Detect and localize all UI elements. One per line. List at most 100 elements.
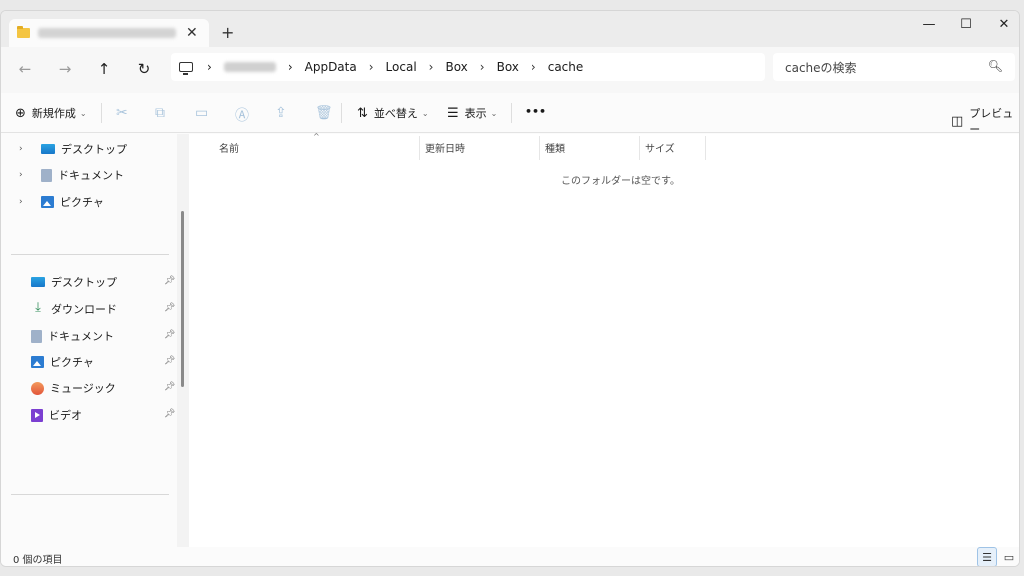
desktop-icon [31, 277, 45, 287]
sidebar-item-label: デスクトップ [61, 143, 127, 156]
item-count: 0 個の項目 [13, 555, 63, 566]
breadcrumb-separator[interactable]: › [531, 60, 536, 74]
quick-access-desktop[interactable]: デスクトップ [31, 274, 177, 290]
breadcrumb-separator[interactable]: › [207, 60, 212, 74]
video-icon [31, 408, 43, 422]
quick-access-pictures[interactable]: ピクチャ [31, 354, 94, 370]
search-input[interactable]: cacheの検索 🔍︎ [773, 53, 1015, 81]
rename-icon[interactable]: Ⓐ [235, 105, 249, 125]
chevron-down-icon: ⌄ [79, 108, 87, 118]
toolbar-divider [101, 103, 102, 123]
sidebar-item-label: ダウンロード [51, 303, 117, 316]
pin-icon[interactable]: 📌︎ [164, 330, 175, 340]
chevron-right-icon[interactable]: › [19, 144, 29, 154]
copy-icon[interactable]: ⧉ [155, 105, 165, 121]
breadcrumb-box[interactable]: Box [445, 60, 467, 74]
new-button[interactable]: ⊕ 新規作成 ⌄ [15, 105, 87, 121]
close-window-button[interactable]: ✕ [994, 17, 1014, 32]
quick-access-documents[interactable]: ドキュメント [31, 328, 114, 344]
sidebar-item-label: ピクチャ [60, 196, 104, 209]
sidebar-item-documents[interactable]: › ドキュメント [19, 167, 124, 183]
delete-icon[interactable]: 🗑︎ [315, 105, 333, 121]
breadcrumb-local[interactable]: Local [386, 60, 417, 74]
tab-close-icon[interactable]: ✕ [186, 25, 198, 41]
breadcrumb-cache[interactable]: cache [548, 60, 584, 74]
navigation-pane: › デスクトップ › ドキュメント › ピクチャ デスクトップ 📌︎ ⤓ ダウン… [1, 134, 177, 547]
back-button[interactable]: ← [15, 60, 35, 78]
address-bar[interactable]: › › AppData › Local › Box › Box › cache [171, 53, 765, 81]
breadcrumb-separator[interactable]: › [480, 60, 485, 74]
tab-title-redacted [38, 28, 176, 38]
breadcrumb-box-2[interactable]: Box [497, 60, 519, 74]
breadcrumb-appdata[interactable]: AppData [305, 60, 357, 74]
details-view-button[interactable]: ☰ [977, 547, 997, 566]
sidebar-scrollbar-thumb[interactable] [181, 211, 184, 387]
column-header-size[interactable]: サイズ [645, 140, 675, 155]
this-pc-icon[interactable] [179, 62, 193, 75]
preview-button[interactable]: ◫ プレビュー [951, 105, 1019, 137]
folder-tab[interactable]: ✕ [9, 19, 209, 47]
chevron-right-icon[interactable]: › [19, 197, 29, 207]
view-button[interactable]: ☰ 表示 ⌄ [447, 105, 497, 121]
new-button-label: 新規作成 [31, 107, 76, 120]
new-tab-button[interactable]: + [221, 23, 234, 42]
pin-icon[interactable]: 📌︎ [164, 382, 175, 392]
up-button[interactable]: ↑ [94, 60, 114, 78]
sidebar-item-label: ビデオ [49, 409, 82, 422]
sidebar-divider [11, 254, 169, 255]
quick-access-music[interactable]: ミュージック [31, 380, 116, 396]
sidebar-item-label: ドキュメント [58, 169, 124, 182]
pin-icon[interactable]: 📌︎ [164, 303, 175, 313]
chevron-down-icon: ⌄ [490, 108, 498, 118]
column-divider[interactable] [419, 136, 420, 160]
sort-button-label: 並べ替え [373, 107, 418, 120]
toolbar-divider [511, 103, 512, 123]
chevron-right-icon[interactable]: › [19, 170, 29, 180]
paste-icon[interactable]: ▭ [195, 105, 208, 121]
sort-icon: ⇅ [357, 105, 368, 121]
column-divider[interactable] [705, 136, 706, 160]
sidebar-item-label: デスクトップ [51, 276, 117, 289]
column-divider[interactable] [639, 136, 640, 160]
title-bar: ✕ + — ☐ ✕ [1, 11, 1019, 47]
refresh-button[interactable]: ↻ [134, 60, 154, 78]
desktop-icon [41, 144, 55, 154]
column-divider[interactable] [539, 136, 540, 160]
breadcrumb-user-redacted[interactable] [223, 62, 276, 72]
quick-access-videos[interactable]: ビデオ [31, 407, 82, 423]
breadcrumb-separator[interactable]: › [429, 60, 434, 74]
column-header-modified[interactable]: 更新日時 [425, 140, 465, 155]
pictures-icon [41, 196, 54, 208]
pin-icon[interactable]: 📌︎ [164, 409, 175, 419]
more-options-button[interactable]: ••• [525, 105, 546, 118]
status-bar: 0 個の項目 ☰ ▭ [1, 547, 1019, 566]
breadcrumb-separator[interactable]: › [288, 60, 293, 74]
maximize-button[interactable]: ☐ [956, 17, 976, 32]
documents-icon [41, 168, 52, 182]
sidebar-item-pictures[interactable]: › ピクチャ [19, 194, 104, 210]
search-icon[interactable]: 🔍︎ [988, 59, 1003, 73]
breadcrumb-separator[interactable]: › [369, 60, 374, 74]
pin-icon[interactable]: 📌︎ [164, 356, 175, 366]
toolbar-divider [341, 103, 342, 123]
pin-icon[interactable]: 📌︎ [164, 276, 175, 286]
preview-pane-icon: ◫ [951, 113, 964, 129]
minimize-button[interactable]: — [919, 17, 939, 32]
column-header-name[interactable]: 名前 [219, 140, 239, 155]
cut-icon[interactable]: ✂ [116, 105, 128, 121]
sidebar-divider [11, 494, 169, 495]
navigation-bar: ← → ↑ ↻ › › AppData › Local › Box › Box … [1, 47, 1019, 93]
share-icon[interactable]: ⇪ [275, 105, 287, 121]
empty-folder-message: このフォルダーは空です。 [561, 176, 680, 187]
forward-button[interactable]: → [55, 60, 75, 78]
file-list-pane[interactable]: ^ 名前 更新日時 種類 サイズ このフォルダーは空です。 [189, 132, 1019, 547]
column-header-type[interactable]: 種類 [545, 140, 565, 155]
sidebar-item-desktop[interactable]: › デスクトップ [19, 141, 127, 157]
tiles-view-button[interactable]: ▭ [999, 547, 1019, 566]
sort-button[interactable]: ⇅ 並べ替え ⌄ [357, 105, 429, 121]
quick-access-downloads[interactable]: ⤓ ダウンロード [31, 301, 117, 317]
sidebar-item-label: ピクチャ [50, 356, 94, 369]
documents-icon [31, 329, 42, 343]
plus-circle-icon: ⊕ [15, 105, 26, 121]
sidebar-item-label: ドキュメント [48, 330, 114, 343]
